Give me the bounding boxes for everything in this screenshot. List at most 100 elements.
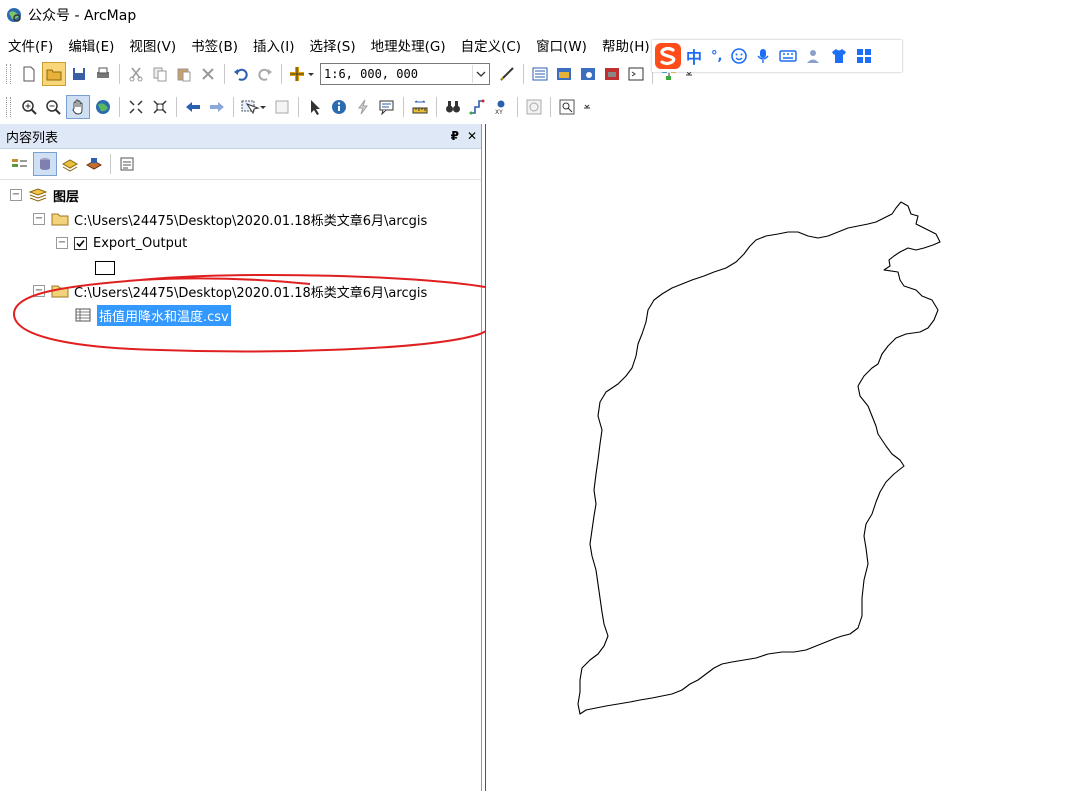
find-route-icon[interactable] (466, 96, 488, 118)
toolbar-separator (550, 97, 551, 117)
ime-toolbar: 中 °, (652, 40, 902, 72)
list-by-visibility-icon[interactable] (59, 153, 81, 175)
toolbar-grip[interactable] (6, 64, 11, 84)
collapse-toggle[interactable]: − (56, 237, 68, 249)
arcmap-globe-icon (7, 8, 21, 22)
list-by-selection-icon[interactable] (83, 153, 105, 175)
toolbar-separator (233, 97, 234, 117)
menu-file[interactable]: 文件(F) (0, 35, 60, 55)
toolbar-separator (176, 97, 177, 117)
ime-mode-toggle[interactable]: 中 (686, 44, 702, 68)
paste-icon[interactable] (173, 63, 195, 85)
identify-info-icon[interactable] (328, 96, 350, 118)
menu-insert[interactable]: 插入(I) (245, 35, 302, 55)
toolbar-separator (436, 97, 437, 117)
menu-help[interactable]: 帮助(H) (594, 35, 657, 55)
find-binoculars-icon[interactable] (442, 96, 464, 118)
undo-icon[interactable] (230, 63, 252, 85)
map-scale-combobox[interactable]: 1:6, 000, 000 (320, 63, 490, 85)
svg-text:XY: XY (495, 109, 503, 115)
chevron-down-icon[interactable] (472, 65, 489, 83)
hyperlink-bolt-icon[interactable] (352, 96, 374, 118)
microphone-icon[interactable] (756, 48, 770, 64)
menu-view[interactable]: 视图(V) (121, 35, 183, 55)
menu-windows[interactable]: 窗口(W) (528, 35, 594, 55)
fixed-zoom-out-icon[interactable] (149, 96, 171, 118)
window-title: 公众号 - ArcMap (28, 8, 137, 24)
catalog-icon[interactable] (553, 63, 575, 85)
print-icon[interactable] (92, 63, 114, 85)
ime-punctuation-toggle[interactable]: °, (711, 49, 722, 64)
folder-node-1[interactable]: − C:\Users\24475\Desktop\2020.01.18栎类文章6… (33, 208, 427, 230)
annotation-ellipse (12, 273, 509, 353)
clear-selection-icon[interactable] (271, 96, 293, 118)
measure-ruler-icon[interactable] (409, 96, 431, 118)
layer-visibility-checkbox[interactable] (74, 236, 87, 250)
full-extent-globe-icon[interactable] (92, 96, 114, 118)
zoom-out-icon[interactable] (42, 96, 64, 118)
layers-root-node[interactable]: − 图层 (10, 184, 79, 206)
select-elements-arrow-icon[interactable] (304, 96, 326, 118)
python-window-icon[interactable] (625, 63, 647, 85)
collapse-toggle[interactable]: − (33, 213, 45, 225)
copy-icon[interactable] (149, 63, 171, 85)
menu-geoprocessing[interactable]: 地理处理(G) (363, 35, 453, 55)
skin-shirt-icon[interactable] (831, 48, 847, 64)
layer-node-export-output[interactable]: − Export_Output (56, 232, 187, 254)
toolbar-grip[interactable] (6, 97, 11, 117)
html-popup-icon[interactable] (376, 96, 398, 118)
redo-icon[interactable] (254, 63, 276, 85)
fixed-zoom-in-icon[interactable] (125, 96, 147, 118)
forward-arrow-icon[interactable] (206, 96, 228, 118)
layer-name-label: Export_Output (93, 235, 188, 251)
toolbar-separator (119, 97, 120, 117)
toolbar-separator (224, 64, 225, 84)
search-window-icon[interactable] (577, 63, 599, 85)
folder-icon (51, 213, 69, 226)
magnifier-window-icon[interactable] (556, 96, 578, 118)
menu-customize[interactable]: 自定义(C) (453, 35, 528, 55)
sogou-logo-icon[interactable] (654, 42, 682, 70)
pin-icon[interactable]: ₽ (451, 129, 459, 143)
standard-toolbar: 1:6, 000, 000 (0, 60, 693, 88)
toc-options-icon[interactable] (116, 153, 138, 175)
back-arrow-icon[interactable] (182, 96, 204, 118)
toolbar-separator (298, 97, 299, 117)
menu-bar: 文件(F) 编辑(E) 视图(V) 书签(B) 插入(I) 选择(S) 地理处理… (0, 32, 657, 58)
menu-edit[interactable]: 编辑(E) (60, 35, 121, 55)
close-icon[interactable]: ✕ (467, 129, 477, 143)
add-data-icon[interactable] (287, 63, 317, 85)
table-of-contents-panel: 内容列表 ₽ ✕ − 图层 − C:\Users\24475\Desktop\2… (0, 124, 482, 791)
smiley-icon[interactable] (731, 48, 748, 64)
time-slider-icon[interactable] (523, 96, 545, 118)
keyboard-icon[interactable] (779, 49, 798, 63)
toc-title: 内容列表 (6, 130, 59, 146)
map-scale-value[interactable]: 1:6, 000, 000 (321, 67, 472, 81)
pan-hand-icon[interactable] (66, 95, 90, 119)
toolbar-overflow-icon[interactable] (583, 103, 591, 111)
table-of-contents-icon[interactable] (529, 63, 551, 85)
go-to-xy-icon[interactable]: XY (490, 96, 512, 118)
delete-icon[interactable] (197, 63, 219, 85)
toolbox-grid-icon[interactable] (856, 48, 872, 64)
menu-selection[interactable]: 选择(S) (301, 35, 362, 55)
arctoolbox-icon[interactable] (601, 63, 623, 85)
menu-bookmarks[interactable]: 书签(B) (183, 35, 245, 55)
list-by-source-icon[interactable] (33, 152, 57, 176)
study-area-boundary-polygon[interactable] (486, 124, 1080, 791)
open-folder-icon[interactable] (42, 62, 66, 86)
cut-icon[interactable] (125, 63, 147, 85)
save-icon[interactable] (68, 63, 90, 85)
tools-toolbar: XY (0, 93, 591, 121)
toolbar-separator (517, 97, 518, 117)
folder-path-label: C:\Users\24475\Desktop\2020.01.18栎类文章6月\… (74, 213, 428, 229)
toc-toolbar (0, 149, 481, 180)
map-display[interactable] (485, 124, 1080, 791)
zoom-in-icon[interactable] (18, 96, 40, 118)
user-icon[interactable] (806, 48, 822, 64)
editor-toolbar-icon[interactable] (496, 63, 518, 85)
new-document-icon[interactable] (18, 63, 40, 85)
collapse-toggle[interactable]: − (10, 189, 22, 201)
list-by-drawing-order-icon[interactable] (9, 153, 31, 175)
select-features-icon[interactable] (239, 96, 269, 118)
